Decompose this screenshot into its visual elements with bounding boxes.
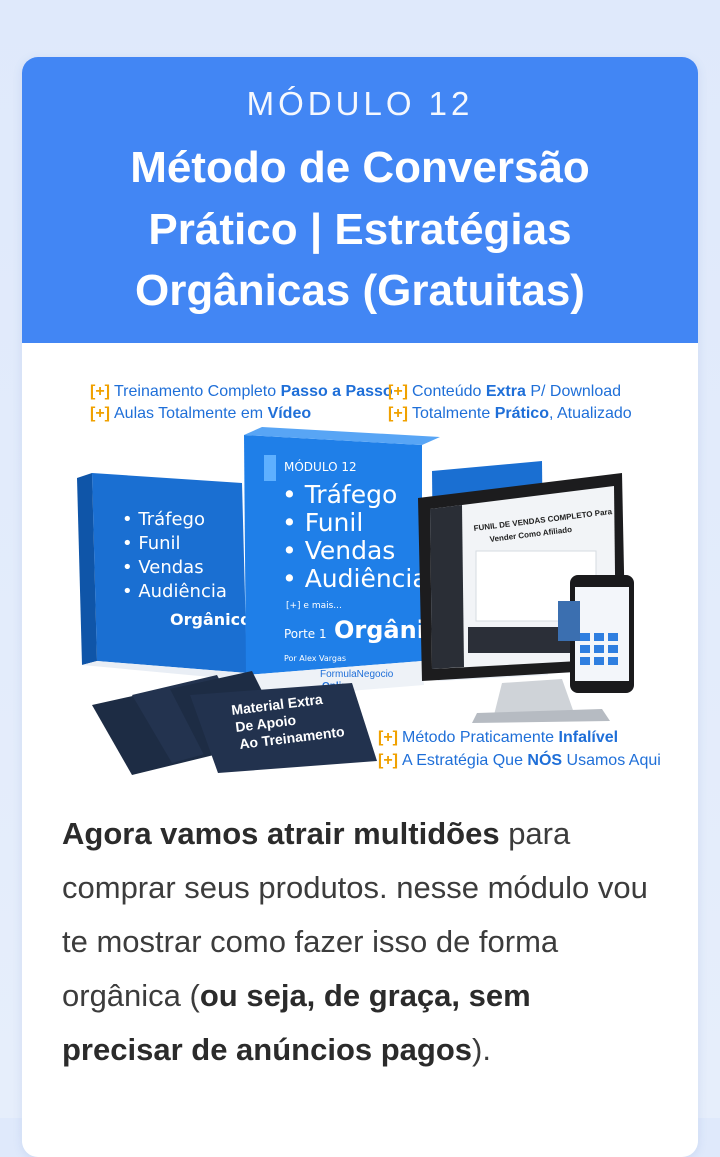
svg-text:• Vendas: • Vendas — [282, 536, 395, 565]
svg-text:FormulaNegocio: FormulaNegocio — [320, 669, 394, 680]
svg-text:Por Alex Vargas: Por Alex Vargas — [284, 654, 346, 663]
booklets: Material Extra De Apoio Ao Treinamento — [92, 671, 377, 775]
description-end: ). — [472, 1031, 491, 1067]
description-lead: Agora vamos atrair multidões — [62, 816, 500, 851]
svg-text:• Funil: • Funil — [282, 508, 363, 537]
module-header: MÓDULO 12 Método de Conversão Prático | … — [22, 57, 698, 343]
svg-text:• Tráfego: • Tráfego — [282, 480, 397, 509]
module-description: Agora vamos atrair multidões para compra… — [22, 807, 698, 1077]
svg-text:Orgânico: Orgânico — [170, 610, 251, 629]
svg-text:• Tráfego: • Tráfego — [122, 509, 205, 530]
product-hero-image: [+] Treinamento Completo Passo a Passo [+… — [22, 343, 698, 793]
svg-text:• Audiência: • Audiência — [122, 581, 227, 602]
svg-text:• Audiência: • Audiência — [282, 564, 428, 593]
svg-text:MÓDULO 12: MÓDULO 12 — [284, 459, 357, 474]
svg-text:[+] e mais...: [+] e mais... — [286, 601, 342, 611]
back-left-box: • Tráfego • Funil • Vendas • Audiência O… — [77, 473, 251, 679]
module-kicker: MÓDULO 12 — [246, 85, 474, 122]
module-title: Método de Conversão Prático | Estratégia… — [130, 143, 590, 316]
module-card: MÓDULO 12 Método de Conversão Prático | … — [22, 57, 698, 1157]
svg-text:• Funil: • Funil — [122, 533, 181, 554]
svg-text:Porte 1: Porte 1 — [284, 627, 327, 641]
svg-text:• Vendas: • Vendas — [122, 557, 204, 578]
product-illustration: • Tráfego • Funil • Vendas • Audiência O… — [77, 427, 634, 775]
